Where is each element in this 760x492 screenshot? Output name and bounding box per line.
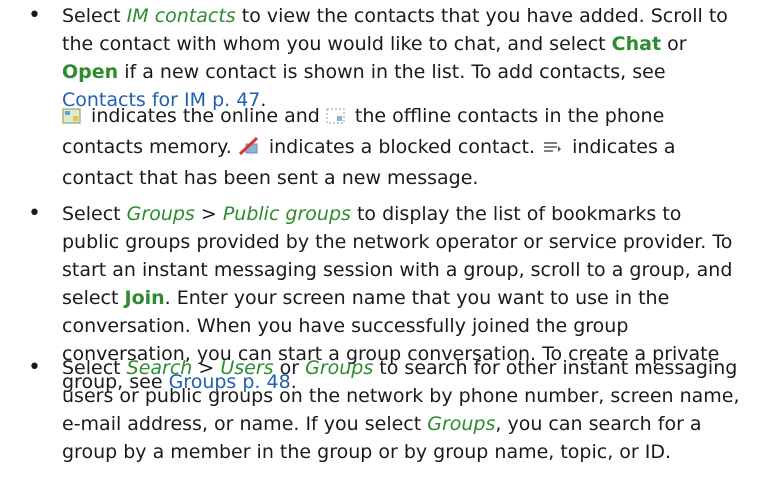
menu-term-im-contacts: IM contacts <box>126 5 236 27</box>
bullet-dot: • <box>28 201 41 226</box>
menu-term-public-groups: Public groups <box>222 203 351 225</box>
online-contact-icon <box>62 105 82 133</box>
text-run: > <box>194 203 223 225</box>
manual-page: • Select IM contacts to view the contact… <box>0 0 760 492</box>
text-run: or <box>273 357 306 379</box>
icons-legend-paragraph: indicates the online and the offline con… <box>62 102 742 192</box>
offline-contact-icon <box>326 105 346 133</box>
list-item-im-contacts: • Select IM contacts to view the contact… <box>28 2 740 114</box>
menu-term-groups: Groups <box>305 357 374 379</box>
text-run: Select <box>62 5 127 27</box>
menu-term-groups: Groups <box>126 203 195 225</box>
text-run: or <box>661 33 687 55</box>
list-item-text: Select IM contacts to view the contacts … <box>62 2 740 114</box>
new-message-icon <box>541 136 563 164</box>
text-run: > <box>192 357 221 379</box>
softkey-join: Join <box>124 287 165 309</box>
menu-term-groups: Groups <box>427 413 496 435</box>
menu-term-search: Search <box>126 357 193 379</box>
list-item-text: Select Search > Users or Groups to searc… <box>62 354 740 466</box>
blocked-contact-icon <box>238 136 260 164</box>
menu-term-users: Users <box>220 357 274 379</box>
text-run: indicates a blocked contact. <box>262 136 542 158</box>
softkey-chat: Chat <box>611 33 662 55</box>
bullet-dot: • <box>28 355 41 380</box>
text-run: if a new contact is shown in the list. T… <box>118 61 666 83</box>
list-item-search: • Select Search > Users or Groups to sea… <box>28 354 740 466</box>
text-run: indicates the online and <box>85 105 326 127</box>
text-run: Select <box>62 203 127 225</box>
text-run: Select <box>62 357 127 379</box>
softkey-open: Open <box>62 61 119 83</box>
bullet-dot: • <box>28 3 41 28</box>
